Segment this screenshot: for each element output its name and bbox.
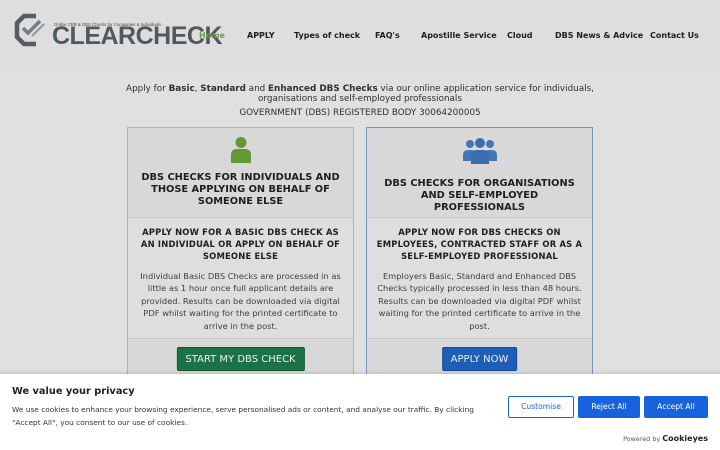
- nav-cloud[interactable]: Cloud: [507, 31, 533, 40]
- powered-by-label: Powered by: [623, 435, 661, 443]
- card-subtitle: APPLY NOW FOR DBS CHECKS ON EMPLOYEES, C…: [376, 227, 583, 261]
- start-my-dbs-check-button[interactable]: START MY DBS CHECK: [176, 347, 305, 371]
- nav-contact-us[interactable]: Contact Us: [650, 31, 699, 40]
- registered-body-text: GOVERNMENT (DBS) REGISTERED BODY 3006420…: [239, 108, 481, 118]
- card-footer: START MY DBS CHECK: [128, 338, 353, 378]
- intro-sep2: and: [245, 84, 269, 94]
- nav-apostille-service[interactable]: Apostille Service: [421, 31, 497, 40]
- organisations-card: DBS CHECKS FOR ORGANISATIONS AND SELF-EM…: [366, 127, 593, 378]
- card-body: Employers Basic, Standard and Enhanced D…: [377, 271, 582, 331]
- nav-types-of-check[interactable]: Types of check: [294, 31, 360, 40]
- user-icon: [230, 137, 251, 163]
- card-subtitle: APPLY NOW FOR A BASIC DBS CHECK AS AN IN…: [140, 227, 341, 261]
- intro-text: Apply for Basic, Standard and Enhanced D…: [120, 84, 600, 104]
- cookie-consent-banner: We value your privacy We use cookies to …: [0, 374, 720, 450]
- reject-all-button[interactable]: Reject All: [578, 396, 640, 418]
- main-nav: Home APPLY Types of check FAQ's Apostill…: [0, 31, 720, 43]
- nav-home[interactable]: Home: [199, 31, 225, 40]
- powered-by-cookieyes[interactable]: Powered by Cookieyes: [623, 434, 708, 443]
- site-logo[interactable]: Online CRB & DBS Checks for Companies & …: [14, 10, 223, 50]
- card-header: DBS CHECKS FOR ORGANISATIONS AND SELF-EM…: [367, 128, 592, 218]
- nav-faqs[interactable]: FAQ's: [375, 31, 400, 40]
- card-title: DBS CHECKS FOR ORGANISATIONS AND SELF-EM…: [384, 178, 575, 213]
- nav-apply[interactable]: APPLY: [247, 31, 275, 40]
- intro-standard: Standard: [200, 84, 246, 94]
- cookie-title: We value your privacy: [12, 386, 135, 397]
- apply-now-button[interactable]: APPLY NOW: [441, 347, 518, 371]
- users-group-icon: [462, 138, 497, 164]
- nav-dbs-news[interactable]: DBS News & Advice: [555, 31, 643, 40]
- card-body: Individual Basic DBS Checks are processe…: [140, 271, 341, 331]
- cookie-description: We use cookies to enhance your browsing …: [12, 405, 474, 427]
- card-footer: APPLY NOW: [367, 338, 592, 378]
- intro-prefix: Apply for: [126, 84, 169, 94]
- individuals-card: DBS CHECKS FOR INDIVIDUALS AND THOSE APP…: [127, 127, 354, 378]
- intro-basic: Basic: [168, 84, 195, 94]
- site-header: Online CRB & DBS Checks for Companies & …: [0, 0, 720, 72]
- customise-button[interactable]: Customise: [508, 396, 574, 418]
- cookieyes-brand: Cookieyes: [662, 434, 708, 443]
- card-title: DBS CHECKS FOR INDIVIDUALS AND THOSE APP…: [141, 172, 340, 207]
- accept-all-button[interactable]: Accept All: [644, 396, 708, 418]
- intro-enhanced: Enhanced DBS Checks: [268, 84, 378, 94]
- card-header: DBS CHECKS FOR INDIVIDUALS AND THOSE APP…: [128, 128, 353, 218]
